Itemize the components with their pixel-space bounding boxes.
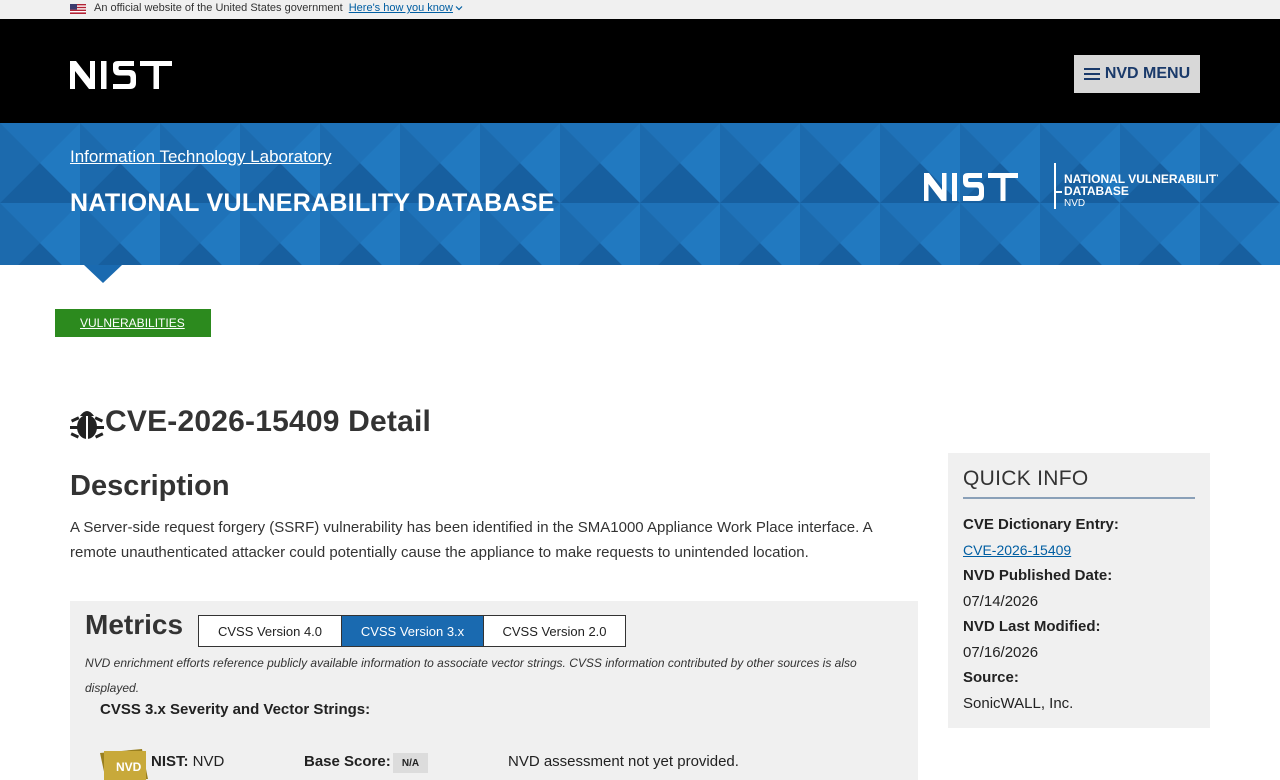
itl-link[interactable]: Information Technology Laboratory bbox=[70, 147, 331, 167]
description-heading: Description bbox=[70, 470, 230, 502]
nvd-menu-label: NVD MENU bbox=[1104, 65, 1191, 82]
nist-value: NVD bbox=[192, 753, 225, 770]
nvd-hero-banner: Information Technology Laboratory NATION… bbox=[0, 123, 1280, 265]
cve-detail-title: CVE-2026-15409 Detail bbox=[105, 405, 432, 438]
bug-icon bbox=[70, 411, 104, 439]
tab-cvss-3[interactable]: CVSS Version 3.x bbox=[342, 616, 484, 646]
gov-banner: An official website of the United States… bbox=[0, 0, 1280, 19]
svg-text:NVD: NVD bbox=[116, 760, 142, 774]
how-you-know-link[interactable]: Here's how you know bbox=[349, 2, 453, 14]
tab-cvss-2[interactable]: CVSS Version 2.0 bbox=[484, 616, 625, 646]
metrics-heading: Metrics bbox=[85, 609, 184, 640]
nist-nvd-logo[interactable]: NATIONAL VULNERABILITY DATABASE NVD bbox=[922, 163, 1218, 209]
chevron-down-icon[interactable] bbox=[455, 4, 463, 12]
quick-info-list: CVE Dictionary Entry: CVE-2026-15409 NVD… bbox=[963, 512, 1195, 716]
nist-label: NIST: bbox=[151, 753, 189, 770]
svg-text:DATABASE: DATABASE bbox=[1064, 184, 1129, 198]
tab-cvss-4[interactable]: CVSS Version 4.0 bbox=[199, 616, 342, 646]
source-value: SonicWALL, Inc. bbox=[963, 694, 1074, 712]
description-text: A Server-side request forgery (SSRF) vul… bbox=[70, 519, 872, 561]
breadcrumb: VULNERABILITIES bbox=[55, 309, 211, 337]
hero-notch bbox=[84, 265, 122, 283]
nvd-menu-button[interactable]: NVD MENU bbox=[1074, 55, 1200, 93]
base-score-label: Base Score: bbox=[304, 753, 391, 770]
source-label: Source: bbox=[963, 669, 1019, 686]
quick-info-heading: QUICK INFO bbox=[963, 467, 1195, 499]
published-value: 07/14/2026 bbox=[963, 592, 1039, 610]
published-label: NVD Published Date: bbox=[963, 567, 1113, 584]
nist-logo[interactable] bbox=[70, 59, 180, 91]
assessment-text: NVD assessment not yet provided. bbox=[508, 753, 739, 770]
nist-header: NVD MENU bbox=[0, 19, 1280, 123]
nist-score-row: NVD NIST: NVD Base Score: N/A NVD assess… bbox=[100, 749, 900, 780]
svg-text:NVD: NVD bbox=[1064, 198, 1085, 209]
quick-info-panel: QUICK INFO CVE Dictionary Entry: CVE-202… bbox=[948, 453, 1210, 728]
us-flag-icon bbox=[70, 4, 86, 14]
cve-entry-label: CVE Dictionary Entry: bbox=[963, 516, 1119, 533]
cvss-heading: CVSS 3.x Severity and Vector Strings: bbox=[100, 701, 371, 718]
hamburger-icon bbox=[1083, 68, 1100, 80]
gov-banner-text: An official website of the United States… bbox=[94, 2, 343, 14]
breadcrumb-vulnerabilities[interactable]: VULNERABILITIES bbox=[80, 316, 185, 330]
modified-label: NVD Last Modified: bbox=[963, 618, 1101, 635]
nvd-badge-icon: NVD bbox=[100, 749, 148, 780]
base-score-badge: N/A bbox=[393, 753, 428, 773]
nvd-title[interactable]: NATIONAL VULNERABILITY DATABASE bbox=[70, 189, 555, 218]
modified-value: 07/16/2026 bbox=[963, 643, 1039, 661]
metrics-note: NVD enrichment efforts reference publicl… bbox=[85, 656, 857, 695]
page-title: CVE-2026-15409 Detail bbox=[70, 404, 431, 440]
cve-entry-link[interactable]: CVE-2026-15409 bbox=[963, 542, 1071, 558]
metrics-panel: Metrics CVSS Version 4.0 CVSS Version 3.… bbox=[70, 601, 918, 780]
cvss-version-tabs: CVSS Version 4.0 CVSS Version 3.x CVSS V… bbox=[198, 615, 626, 647]
